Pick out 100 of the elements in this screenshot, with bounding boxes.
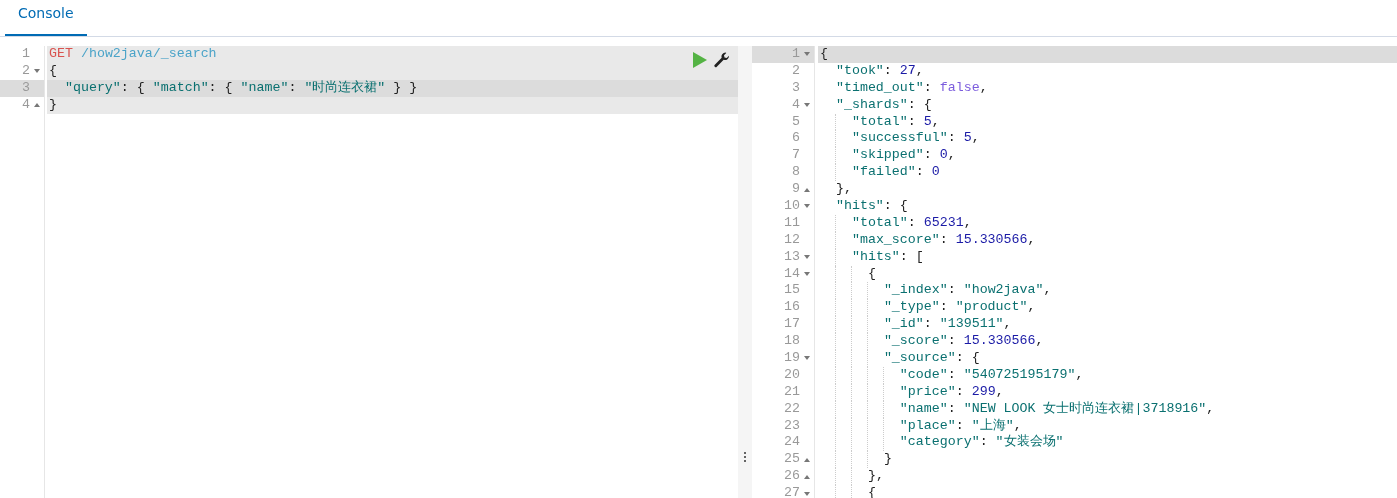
number-value: 65231: [923, 214, 964, 230]
punctuation: {: [820, 46, 828, 61]
string-value: "540725195179": [963, 366, 1076, 382]
line-number: 6: [792, 130, 800, 148]
line-number: 18: [784, 333, 800, 351]
punctuation: :: [288, 79, 298, 95]
line-number: 22: [784, 400, 800, 418]
number-value: 15.330566: [963, 333, 1036, 349]
number-value: 0: [931, 164, 940, 180]
punctuation: ,: [1075, 366, 1084, 382]
json-key: "_id": [883, 316, 924, 332]
fold-toggle-icon[interactable]: [804, 187, 810, 192]
fold-toggle-icon[interactable]: [804, 204, 810, 209]
json-key: "_score": [883, 333, 948, 349]
fold-toggle-icon[interactable]: [34, 103, 40, 108]
line-number: 9: [792, 181, 800, 198]
json-key: "category": [899, 434, 980, 450]
line-number: 8: [792, 164, 800, 182]
punctuation: ,: [1043, 282, 1052, 298]
wrench-icon[interactable]: [714, 52, 730, 68]
punctuation: ,: [1206, 400, 1215, 416]
fold-toggle-icon[interactable]: [804, 103, 810, 108]
fold-toggle-icon[interactable]: [804, 255, 810, 260]
number-value: 27: [899, 62, 916, 78]
line-number: 3: [22, 79, 30, 97]
string-value: "how2java": [963, 282, 1044, 298]
punctuation: : {: [120, 79, 146, 95]
punctuation: :: [947, 282, 957, 298]
json-key: "failed": [851, 164, 916, 180]
json-key: "place": [899, 417, 956, 433]
string-value: "NEW LOOK 女士时尚连衣裙|3718916": [963, 400, 1207, 416]
punctuation: :: [923, 79, 933, 95]
punctuation: ,: [995, 383, 1004, 399]
punctuation: :: [955, 383, 965, 399]
json-key: "name": [899, 400, 948, 416]
punctuation: : {: [208, 79, 234, 95]
punctuation: ,: [915, 62, 924, 78]
pane-resize-handle[interactable]: [738, 46, 752, 498]
fold-toggle-icon[interactable]: [804, 491, 810, 496]
number-value: 0: [939, 147, 948, 163]
punctuation: :: [955, 417, 965, 433]
json-key: "hits": [835, 198, 884, 213]
punctuation: :: [947, 366, 957, 382]
punctuation: ,: [979, 79, 988, 95]
punctuation: :: [947, 400, 957, 416]
number-value: 15.330566: [955, 231, 1028, 247]
punctuation: : {: [907, 96, 932, 112]
line-number: 13: [784, 248, 800, 266]
punctuation: : [: [899, 248, 924, 264]
fold-toggle-icon[interactable]: [804, 52, 810, 57]
number-value: 5: [963, 130, 972, 146]
fold-toggle-icon[interactable]: [804, 272, 810, 276]
punctuation: } }: [392, 79, 418, 95]
punctuation: ,: [947, 147, 956, 163]
console-tab[interactable]: Console: [5, 0, 87, 36]
line-number: 12: [784, 231, 800, 249]
punctuation: :: [939, 231, 949, 247]
line-number: 21: [784, 383, 800, 401]
json-key: "total": [851, 113, 908, 129]
line-number: 1: [792, 46, 800, 63]
line-number: 7: [792, 147, 800, 165]
punctuation: ,: [1003, 316, 1012, 332]
punctuation: ,: [963, 214, 972, 230]
punctuation: : {: [955, 350, 980, 366]
json-key: "_index": [883, 282, 948, 298]
json-key: "code": [899, 366, 948, 382]
json-key: "took": [835, 62, 884, 78]
number-value: 299: [971, 383, 996, 399]
punctuation: :: [947, 333, 957, 349]
number-value: 5: [923, 113, 932, 129]
punctuation: },: [867, 468, 884, 484]
request-path: /how2java/_search: [80, 46, 217, 61]
punctuation: }: [49, 96, 57, 112]
line-number: 5: [792, 113, 800, 131]
punctuation: },: [835, 181, 852, 197]
string-value: "女装会场": [995, 434, 1064, 450]
line-number: 4: [22, 96, 30, 114]
fold-toggle-icon[interactable]: [804, 356, 810, 361]
json-key: "_shards": [835, 96, 908, 112]
fold-toggle-icon[interactable]: [804, 457, 810, 462]
json-key: "max_score": [851, 231, 940, 247]
json-key: "hits": [851, 248, 900, 264]
json-key: "match": [152, 79, 209, 95]
fold-toggle-icon[interactable]: [34, 69, 40, 74]
punctuation: ,: [931, 113, 940, 129]
json-key: "_source": [883, 350, 956, 366]
fold-toggle-icon[interactable]: [804, 474, 810, 479]
punctuation: ,: [1027, 231, 1036, 247]
line-number: 26: [784, 468, 800, 486]
line-number: 19: [784, 350, 800, 367]
line-number: 14: [784, 265, 800, 283]
line-number: 24: [784, 434, 800, 452]
http-method: GET: [49, 46, 73, 61]
line-number: 4: [792, 96, 800, 114]
line-number: 15: [784, 282, 800, 300]
line-number: 17: [784, 316, 800, 334]
punctuation: :: [907, 214, 917, 230]
string-value: "product": [955, 299, 1028, 315]
json-key: "_type": [883, 299, 940, 315]
line-number: 23: [784, 417, 800, 435]
